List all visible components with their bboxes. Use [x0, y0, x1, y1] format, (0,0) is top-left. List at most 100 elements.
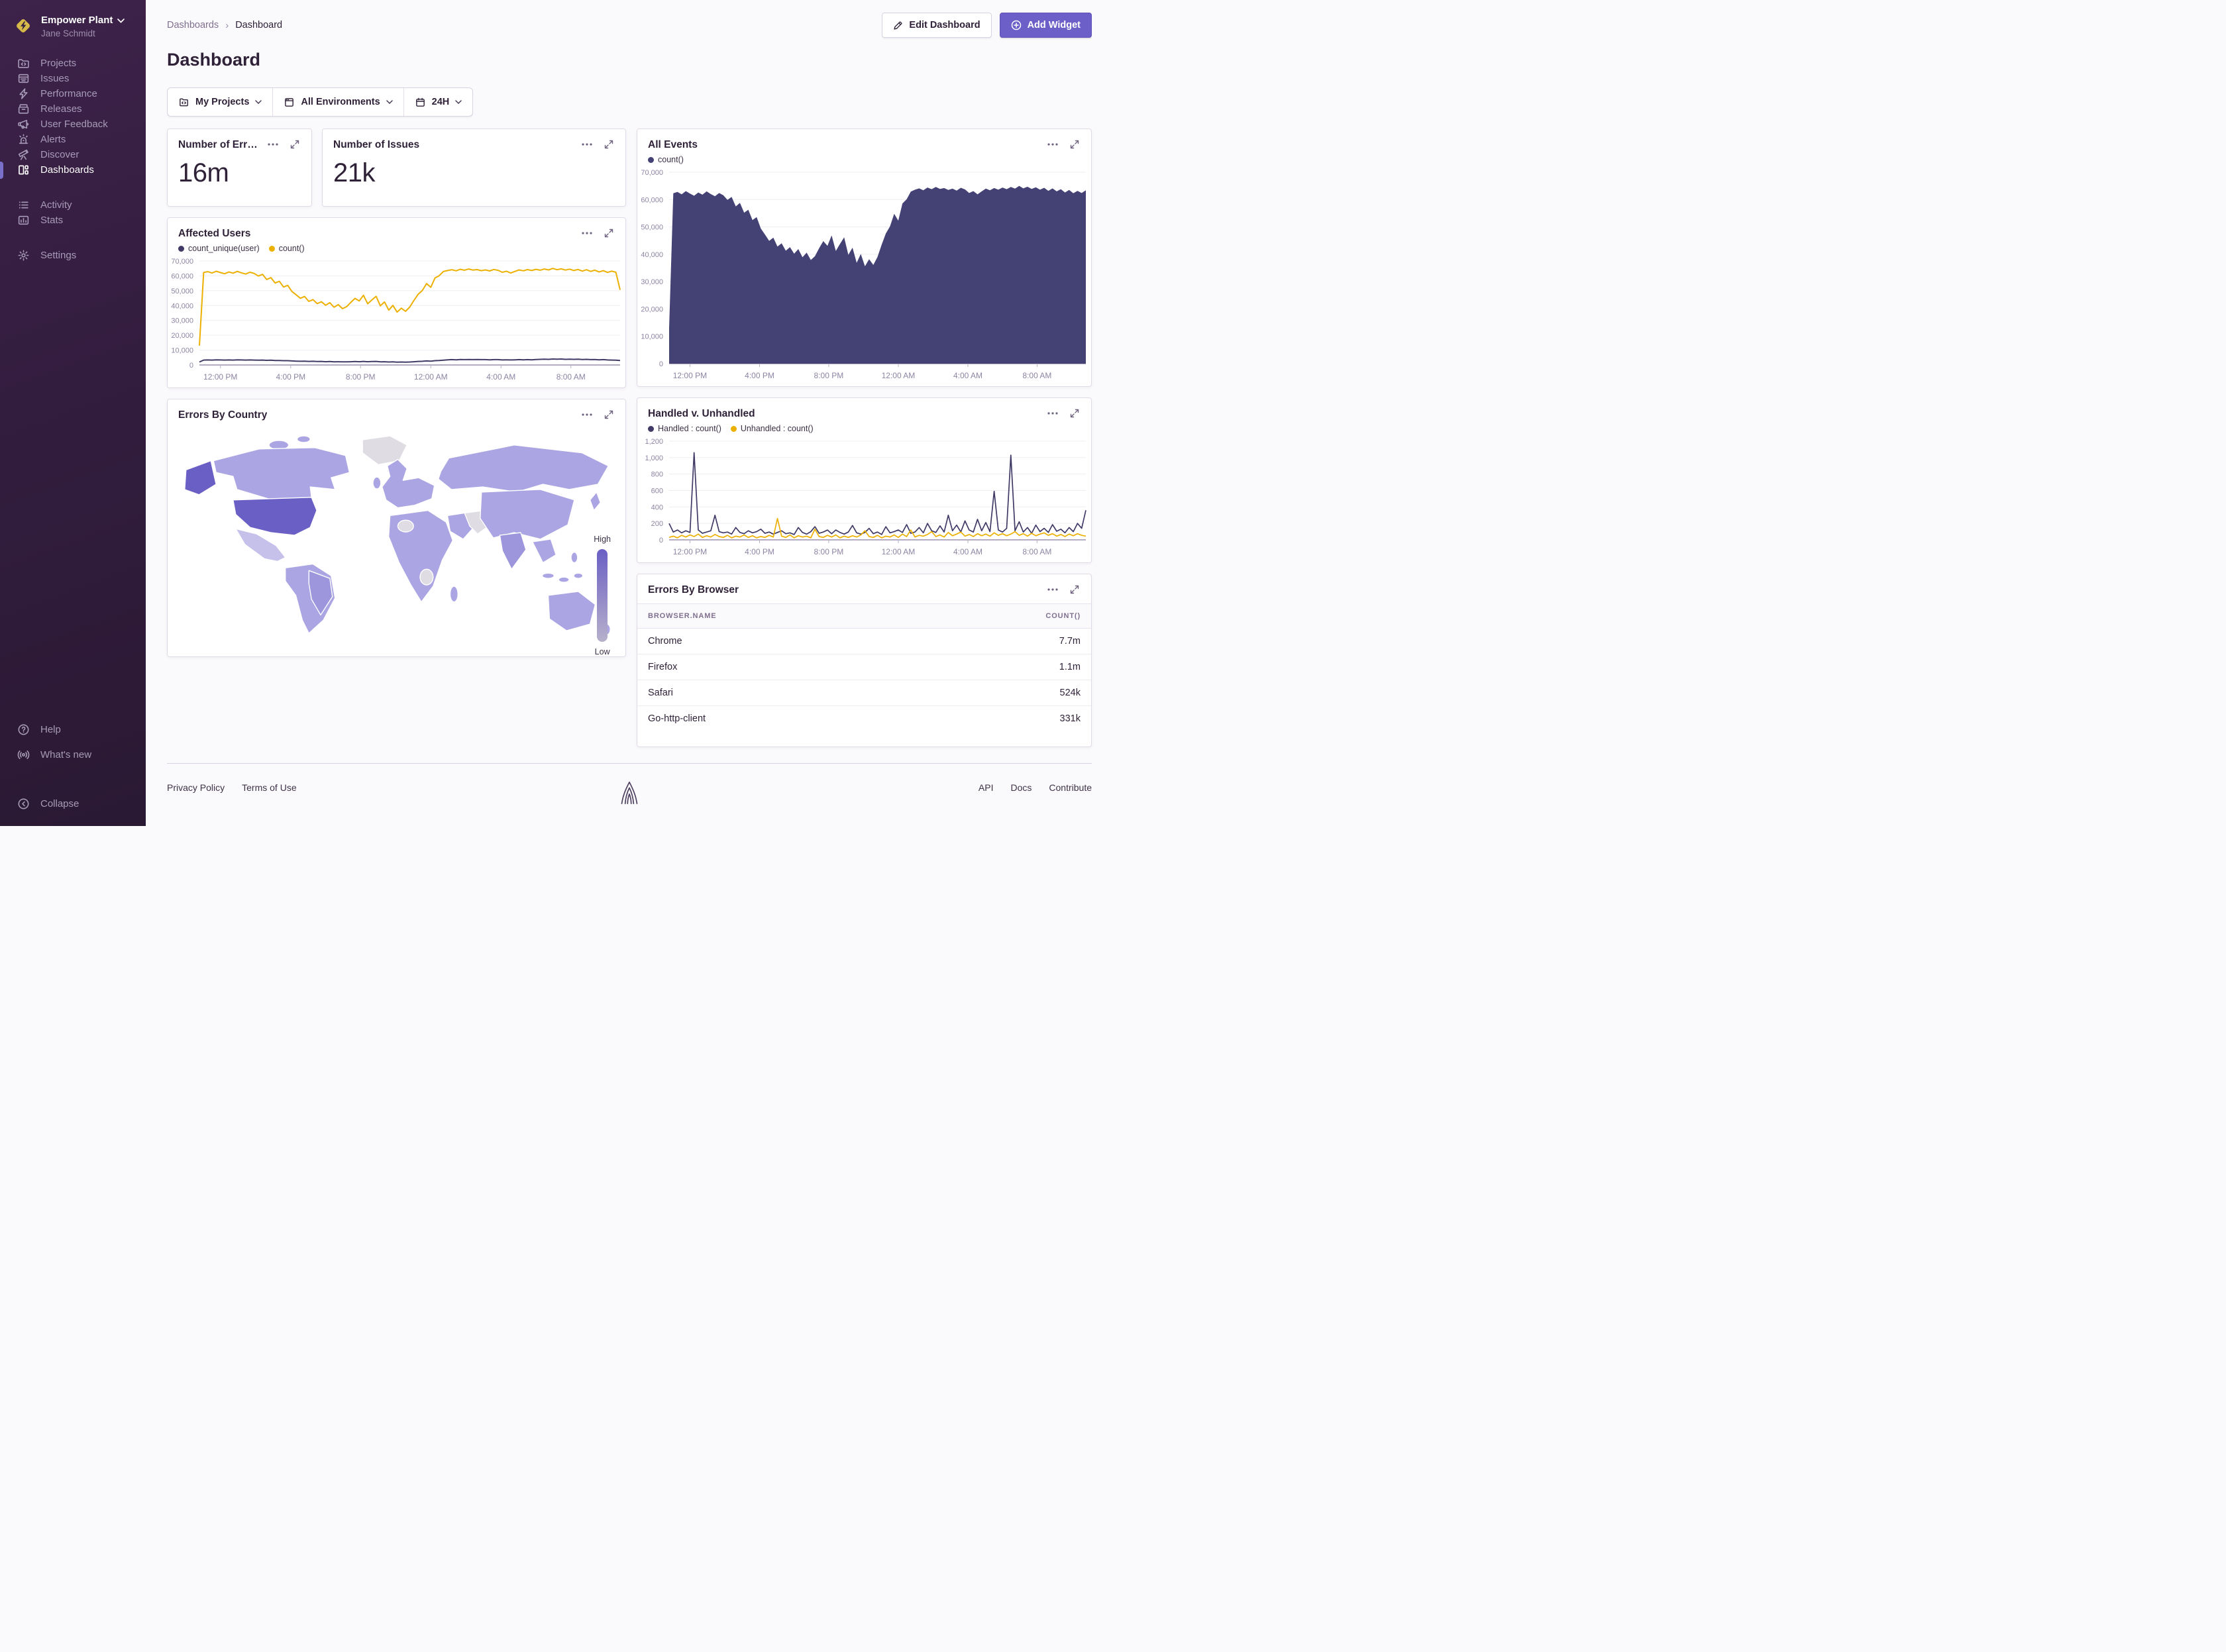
date-range-filter[interactable]: 24H [404, 88, 473, 116]
sidebar-item-label: Settings [40, 250, 76, 261]
app-root: Empower Plant Jane Schmidt Projects Issu… [0, 0, 1113, 826]
contribute-link[interactable]: Contribute [1049, 782, 1092, 793]
sidebar-item-discover[interactable]: Discover [0, 147, 146, 162]
widget-menu-button[interactable] [580, 142, 594, 147]
svg-text:30,000: 30,000 [171, 317, 193, 325]
ellipsis-icon [1047, 588, 1058, 591]
map-region-greenland [362, 436, 407, 464]
grid-column-right: All Events count() 010,00020,00030,00040… [637, 129, 1092, 747]
chevron-down-icon [386, 100, 393, 104]
sidebar-bottom: Help What's new Collapse [0, 721, 146, 811]
api-link[interactable]: API [979, 782, 994, 793]
dashboards-icon [17, 164, 30, 176]
breadcrumb-dashboards-link[interactable]: Dashboards [167, 20, 219, 30]
broadcast-icon [17, 749, 30, 761]
collapse-icon [17, 798, 30, 810]
widget-errors-by-browser: Errors By Browser BROWSER.NAME COUNT() [637, 574, 1092, 747]
svg-text:10,000: 10,000 [171, 347, 193, 355]
org-meta: Empower Plant Jane Schmidt [41, 15, 125, 38]
sidebar: Empower Plant Jane Schmidt Projects Issu… [0, 0, 146, 826]
environment-filter[interactable]: All Environments [273, 88, 403, 116]
widget-menu-button[interactable] [1046, 587, 1059, 592]
map-region-indonesia [574, 573, 583, 578]
expand-widget-button[interactable] [1069, 584, 1081, 595]
map-region-southeast-asia [533, 539, 556, 563]
svg-text:20,000: 20,000 [641, 305, 663, 313]
project-filter[interactable]: My Projects [168, 88, 273, 116]
settings-icon [17, 249, 30, 262]
expand-widget-button[interactable] [603, 138, 615, 150]
widget-menu-button[interactable] [1046, 142, 1059, 147]
widget-menu-button[interactable] [580, 412, 594, 417]
grid-column-left: Number of Err… 16m Number of Issues [167, 129, 626, 747]
svg-text:12:00 PM: 12:00 PM [673, 547, 707, 556]
svg-text:8:00 AM: 8:00 AM [1022, 371, 1051, 380]
table-column-header[interactable]: BROWSER.NAME [637, 604, 917, 629]
projects-icon [17, 57, 30, 70]
svg-text:200: 200 [651, 520, 663, 528]
privacy-policy-link[interactable]: Privacy Policy [167, 782, 225, 793]
sidebar-item-issues[interactable]: Issues [0, 71, 146, 86]
sidebar-collapse-button[interactable]: Collapse [0, 796, 146, 811]
table-column-header[interactable]: COUNT() [917, 604, 1091, 629]
projects-filter-icon [178, 97, 189, 108]
chart-legend: count_unique(user) count() [168, 240, 625, 253]
svg-text:1,000: 1,000 [645, 454, 663, 462]
add-widget-button[interactable]: Add Widget [1000, 13, 1092, 38]
widget-menu-button[interactable] [1046, 411, 1059, 416]
terms-of-use-link[interactable]: Terms of Use [242, 782, 296, 793]
widget-menu-button[interactable] [266, 142, 280, 147]
table-row[interactable]: Chrome7.7m [637, 629, 1091, 654]
svg-text:4:00 PM: 4:00 PM [745, 371, 774, 380]
date-range-value: 24H [432, 97, 450, 107]
expand-widget-button[interactable] [603, 227, 615, 239]
expand-widget-button[interactable] [1069, 138, 1081, 150]
edit-dashboard-button[interactable]: Edit Dashboard [882, 13, 991, 38]
docs-link[interactable]: Docs [1011, 782, 1032, 793]
table-row[interactable]: Firefox1.1m [637, 654, 1091, 680]
table-row[interactable]: Go-http-client331k [637, 706, 1091, 732]
sidebar-item-settings[interactable]: Settings [0, 248, 146, 263]
svg-text:40,000: 40,000 [641, 251, 663, 259]
sidebar-bottom-gap [0, 772, 146, 786]
widget-menu-button[interactable] [580, 231, 594, 236]
sidebar-item-user-feedback[interactable]: User Feedback [0, 117, 146, 132]
dashboard-grid: Number of Err… 16m Number of Issues [167, 129, 1092, 747]
handled-vs-unhandled-chart: 02004006008001,0001,20012:00 PM4:00 PM8:… [637, 436, 1091, 558]
expand-icon [1070, 409, 1079, 418]
ellipsis-icon [582, 413, 592, 416]
sidebar-item-stats[interactable]: Stats [0, 213, 146, 228]
org-switcher[interactable]: Empower Plant Jane Schmidt [0, 13, 146, 38]
widget-title: Errors By Country [178, 409, 267, 422]
table-row[interactable]: Safari524k [637, 680, 1091, 706]
svg-text:12:00 AM: 12:00 AM [414, 372, 448, 382]
expand-widget-button[interactable] [289, 138, 301, 150]
sidebar-item-projects[interactable]: Projects [0, 56, 146, 71]
legend-label: count() [279, 244, 305, 253]
expand-widget-button[interactable] [603, 409, 615, 421]
sidebar-item-alerts[interactable]: Alerts [0, 132, 146, 147]
svg-text:12:00 AM: 12:00 AM [882, 547, 916, 556]
browser-name-cell: Go-http-client [637, 706, 917, 732]
count-cell: 331k [917, 706, 1091, 732]
sidebar-item-dashboards[interactable]: Dashboards [0, 162, 146, 178]
sidebar-item-help[interactable]: Help [0, 721, 146, 737]
issues-icon [17, 72, 30, 85]
sidebar-item-performance[interactable]: Performance [0, 86, 146, 101]
svg-text:70,000: 70,000 [171, 258, 193, 266]
widget-errors-by-country: Errors By Country [167, 399, 626, 657]
calendar-icon [415, 97, 426, 108]
expand-widget-button[interactable] [1069, 407, 1081, 419]
widget-title: Errors By Browser [648, 584, 739, 597]
legend-label: Unhandled : count() [741, 424, 814, 433]
sidebar-item-releases[interactable]: Releases [0, 101, 146, 117]
legend-label: Handled : count() [658, 424, 721, 433]
sidebar-item-whats-new[interactable]: What's new [0, 747, 146, 762]
svg-text:4:00 PM: 4:00 PM [276, 372, 305, 382]
add-widget-label: Add Widget [1028, 20, 1081, 30]
expand-icon [1070, 140, 1079, 149]
sidebar-item-activity[interactable]: Activity [0, 197, 146, 213]
expand-icon [604, 140, 613, 149]
sidebar-item-label: Projects [40, 58, 76, 69]
svg-text:1,200: 1,200 [645, 438, 663, 446]
